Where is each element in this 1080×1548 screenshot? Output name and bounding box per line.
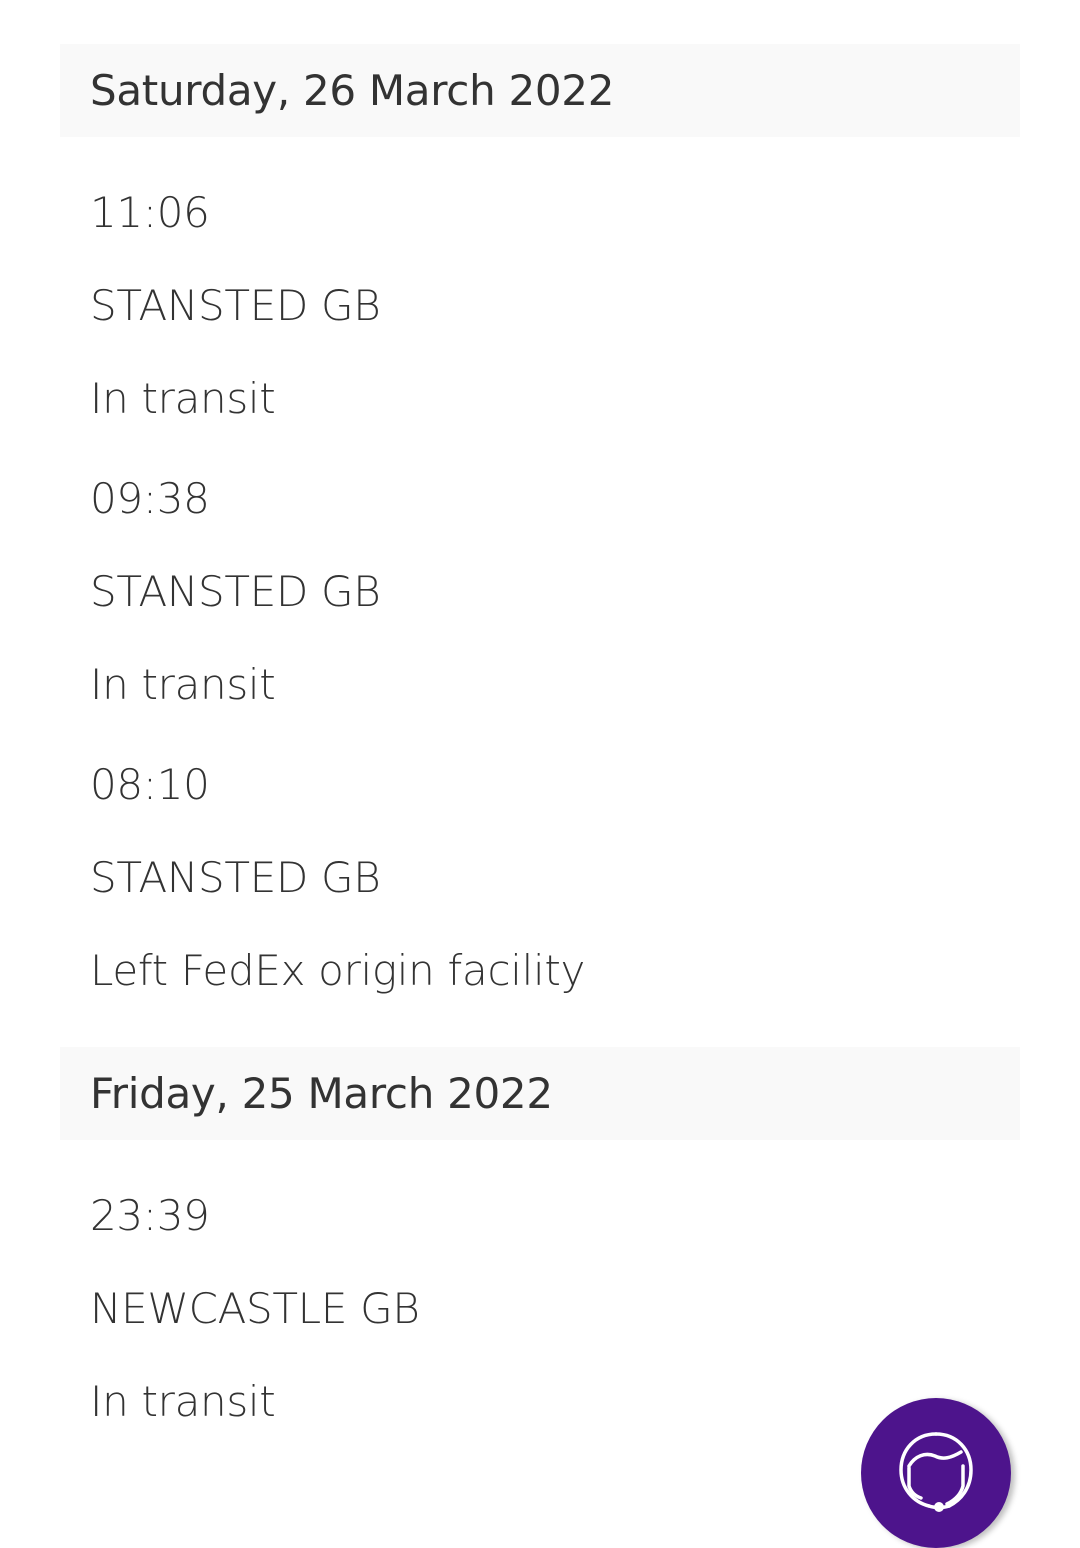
event-list: 23:39 NEWCASTLE GB In transit	[60, 1140, 1020, 1426]
event-location: STANSTED GB	[90, 853, 381, 902]
tracking-event: 09:38 STANSTED GB In transit	[60, 475, 1020, 709]
event-status: In transit	[90, 374, 276, 423]
event-time: 23:39	[90, 1191, 210, 1240]
event-time: 11:06	[90, 188, 210, 237]
event-status: In transit	[90, 660, 276, 709]
event-status: In transit	[90, 1377, 276, 1426]
date-group: Friday, 25 March 2022 23:39 NEWCASTLE GB…	[60, 1047, 1020, 1426]
event-status: Left FedEx origin facility	[90, 946, 586, 995]
event-location: NEWCASTLE GB	[90, 1284, 420, 1333]
tracking-event: 11:06 STANSTED GB In transit	[60, 189, 1020, 423]
event-location: STANSTED GB	[90, 567, 381, 616]
date-group: Saturday, 26 March 2022 11:06 STANSTED G…	[60, 44, 1020, 995]
event-time: 08:10	[90, 760, 210, 809]
event-list: 11:06 STANSTED GB In transit 09:38 STANS…	[60, 137, 1020, 995]
tracking-timeline: Saturday, 26 March 2022 11:06 STANSTED G…	[60, 44, 1020, 1478]
tracking-event: 08:10 STANSTED GB Left FedEx origin faci…	[60, 761, 1020, 995]
date-header: Friday, 25 March 2022	[60, 1047, 1020, 1140]
headset-agent-icon	[899, 1432, 973, 1512]
tracking-event: 23:39 NEWCASTLE GB In transit	[60, 1192, 1020, 1426]
event-location: STANSTED GB	[90, 281, 381, 330]
date-header: Saturday, 26 March 2022	[60, 44, 1020, 137]
event-time: 09:38	[90, 474, 210, 523]
